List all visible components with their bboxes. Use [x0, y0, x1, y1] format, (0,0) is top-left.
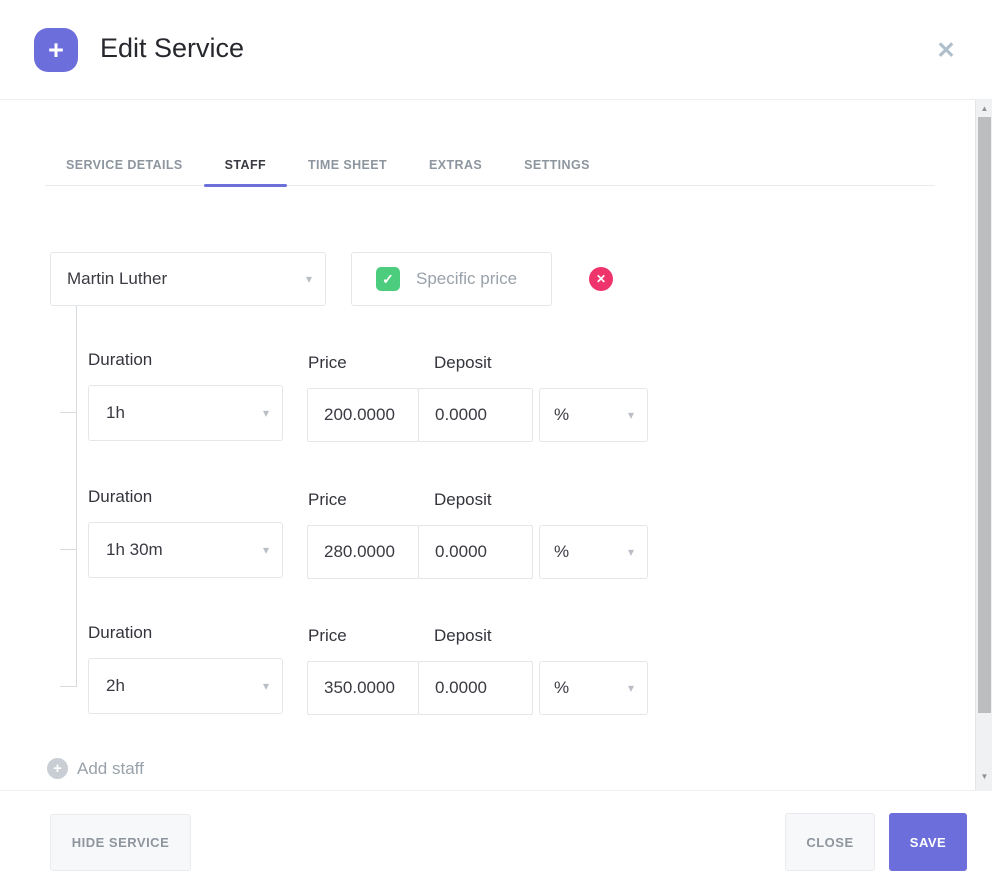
tree-connector-tick	[60, 412, 77, 413]
scroll-down-icon[interactable]: ▼	[976, 768, 992, 785]
specific-price-box: ✓ Specific price	[351, 252, 552, 306]
edit-service-modal: + Edit Service ✕ SERVICE DETAILS STAFF T…	[0, 0, 992, 888]
hide-service-button[interactable]: HIDE SERVICE	[50, 814, 191, 871]
deposit-label: Deposit	[434, 490, 492, 509]
tab-time-sheet[interactable]: TIME SHEET	[287, 144, 408, 185]
specific-price-checkbox[interactable]: ✓	[376, 267, 400, 291]
price-input[interactable]	[307, 525, 419, 579]
duration-select[interactable]: 1h 30m ▾	[88, 522, 283, 578]
duration-select-value: 1h	[106, 403, 125, 422]
deposit-unit-value: %	[554, 405, 570, 424]
deposit-input[interactable]	[418, 388, 533, 442]
deposit-unit-select[interactable]: % ▾	[539, 525, 648, 579]
duration-select-value: 2h	[106, 676, 125, 695]
staff-select-value: Martin Luther	[67, 269, 168, 288]
duration-label: Duration	[88, 487, 153, 506]
tab-settings[interactable]: SETTINGS	[503, 144, 611, 185]
deposit-input[interactable]	[418, 525, 533, 579]
price-input[interactable]	[307, 388, 419, 442]
chevron-down-icon: ▾	[262, 406, 269, 420]
vertical-scrollbar: ▲ ▼	[975, 100, 992, 790]
close-icon[interactable]: ✕	[932, 36, 960, 64]
chevron-down-icon: ▾	[627, 545, 634, 559]
tree-connector-tick	[60, 686, 77, 687]
chevron-down-icon: ▾	[305, 272, 312, 286]
plus-circle-icon: +	[47, 758, 68, 779]
duration-select-value: 1h 30m	[106, 540, 163, 559]
deposit-unit-value: %	[554, 678, 570, 697]
price-input[interactable]	[307, 661, 419, 715]
duration-label: Duration	[88, 350, 153, 369]
add-staff-label: Add staff	[77, 758, 144, 778]
chevron-down-icon: ▾	[262, 679, 269, 693]
tab-extras[interactable]: EXTRAS	[408, 144, 503, 185]
tab-staff[interactable]: STAFF	[203, 144, 288, 187]
deposit-unit-select[interactable]: % ▾	[539, 388, 648, 442]
remove-staff-button[interactable]: ✕	[589, 267, 613, 291]
tree-connector-line	[76, 306, 77, 686]
price-label: Price	[308, 626, 347, 645]
duration-label: Duration	[88, 623, 153, 642]
tree-connector-tick	[60, 549, 77, 550]
add-staff-button[interactable]: + Add staff	[47, 758, 144, 779]
close-button[interactable]: CLOSE	[785, 813, 875, 871]
chevron-down-icon: ▾	[627, 408, 634, 422]
chevron-down-icon: ▾	[262, 543, 269, 557]
price-label: Price	[308, 353, 347, 372]
tab-bar: SERVICE DETAILS STAFF TIME SHEET EXTRAS …	[45, 144, 935, 187]
deposit-input[interactable]	[418, 661, 533, 715]
price-label: Price	[308, 490, 347, 509]
tab-service-details[interactable]: SERVICE DETAILS	[45, 144, 204, 185]
save-button[interactable]: SAVE	[889, 813, 967, 871]
specific-price-label: Specific price	[416, 269, 518, 288]
modal-footer: HIDE SERVICE CLOSE SAVE	[0, 790, 992, 888]
scroll-up-icon[interactable]: ▲	[976, 100, 992, 117]
deposit-unit-value: %	[554, 542, 570, 561]
service-plus-icon: +	[34, 28, 78, 72]
modal-header: + Edit Service ✕	[0, 0, 992, 100]
duration-select[interactable]: 2h ▾	[88, 658, 283, 714]
chevron-down-icon: ▾	[627, 681, 634, 695]
duration-select[interactable]: 1h ▾	[88, 385, 283, 441]
deposit-label: Deposit	[434, 626, 492, 645]
staff-select[interactable]: Martin Luther ▾	[50, 252, 326, 306]
page-title: Edit Service	[100, 33, 245, 63]
deposit-label: Deposit	[434, 353, 492, 372]
scrollbar-thumb[interactable]	[978, 117, 991, 713]
deposit-unit-select[interactable]: % ▾	[539, 661, 648, 715]
